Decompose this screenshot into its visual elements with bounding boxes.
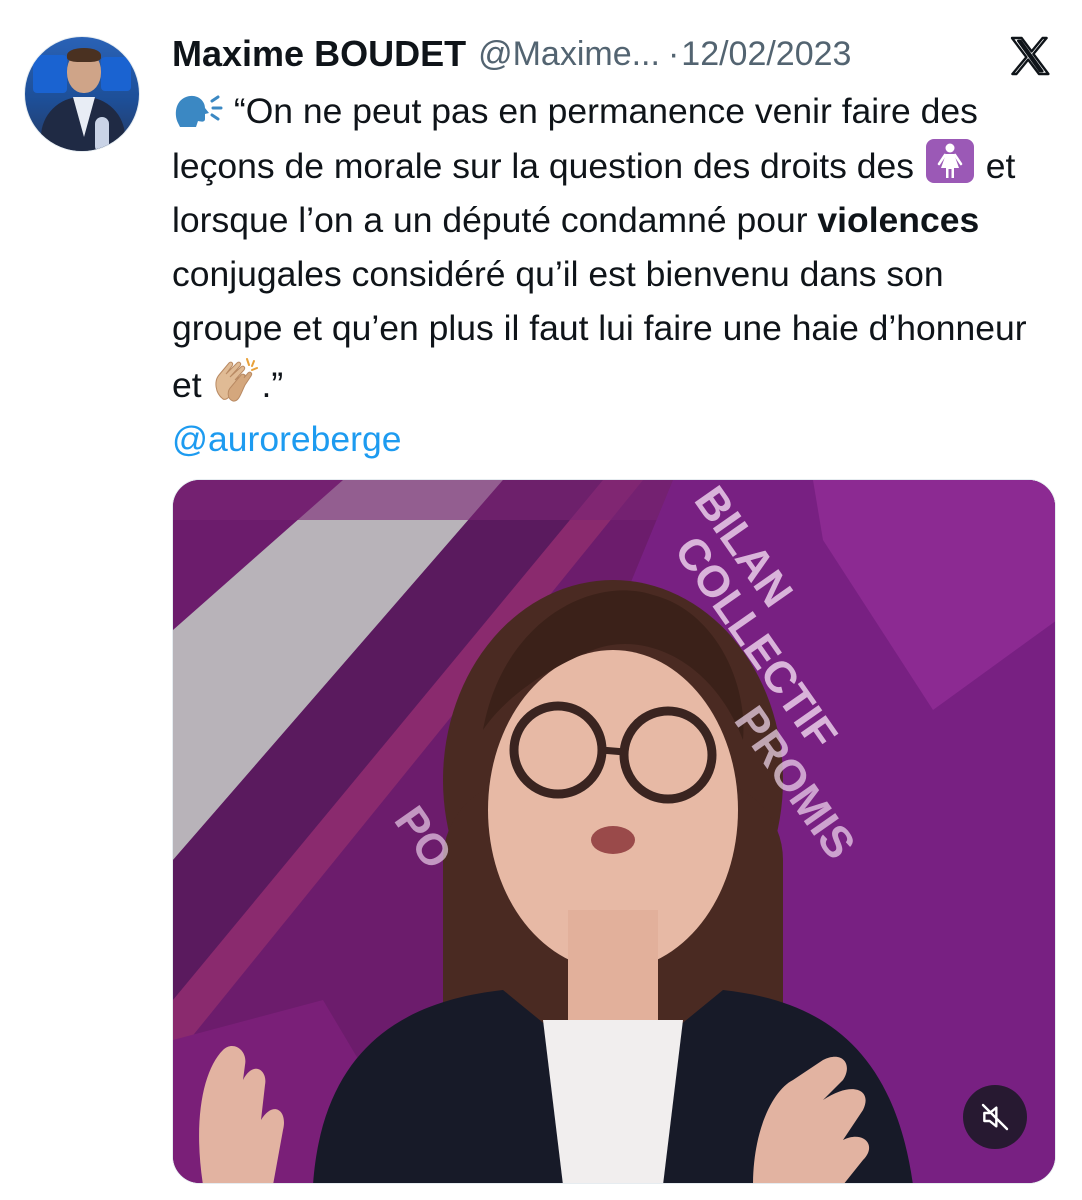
author-avatar[interactable] — [24, 36, 140, 152]
text-part-4: .” — [261, 365, 284, 405]
author-handle[interactable]: @Maxime... — [478, 35, 660, 74]
avatar-backdrop-left — [33, 55, 67, 93]
mute-button[interactable] — [963, 1085, 1027, 1149]
author-name[interactable]: Maxime BOUDET — [172, 33, 466, 75]
text-part-1: “On ne peut pas en permanence venir fair… — [172, 91, 978, 186]
text-bold-word: violences — [817, 200, 980, 240]
avatar-backdrop-right — [101, 57, 131, 91]
tweet-date[interactable]: 12/02/2023 — [681, 35, 851, 74]
tweet-header: Maxime BOUDET @Maxime... · 12/02/2023 — [172, 28, 851, 80]
separator-dot: · — [667, 34, 680, 73]
avatar-hair — [67, 48, 101, 62]
tweet-video[interactable]: BILAN COLLECTIF PROMIS PO — [172, 479, 1056, 1184]
speaking-head-icon — [175, 95, 223, 127]
clapping-hands-icon — [215, 358, 259, 402]
text-part-3: conjugales considéré qu’il est bienvenu … — [172, 254, 1027, 405]
tweet-text: “On ne peut pas en permanence venir fair… — [172, 84, 1052, 466]
tweet-card[interactable]: Maxime BOUDET @Maxime... · 12/02/2023 “O… — [0, 0, 1082, 1200]
avatar-microphone — [95, 117, 109, 151]
woman-icon — [925, 139, 974, 183]
video-frame: BILAN COLLECTIF PROMIS PO — [173, 480, 1055, 1183]
muted-speaker-icon — [981, 1103, 1009, 1131]
x-logo-icon[interactable] — [1006, 32, 1054, 80]
mention-link[interactable]: @auroreberge — [172, 419, 401, 459]
